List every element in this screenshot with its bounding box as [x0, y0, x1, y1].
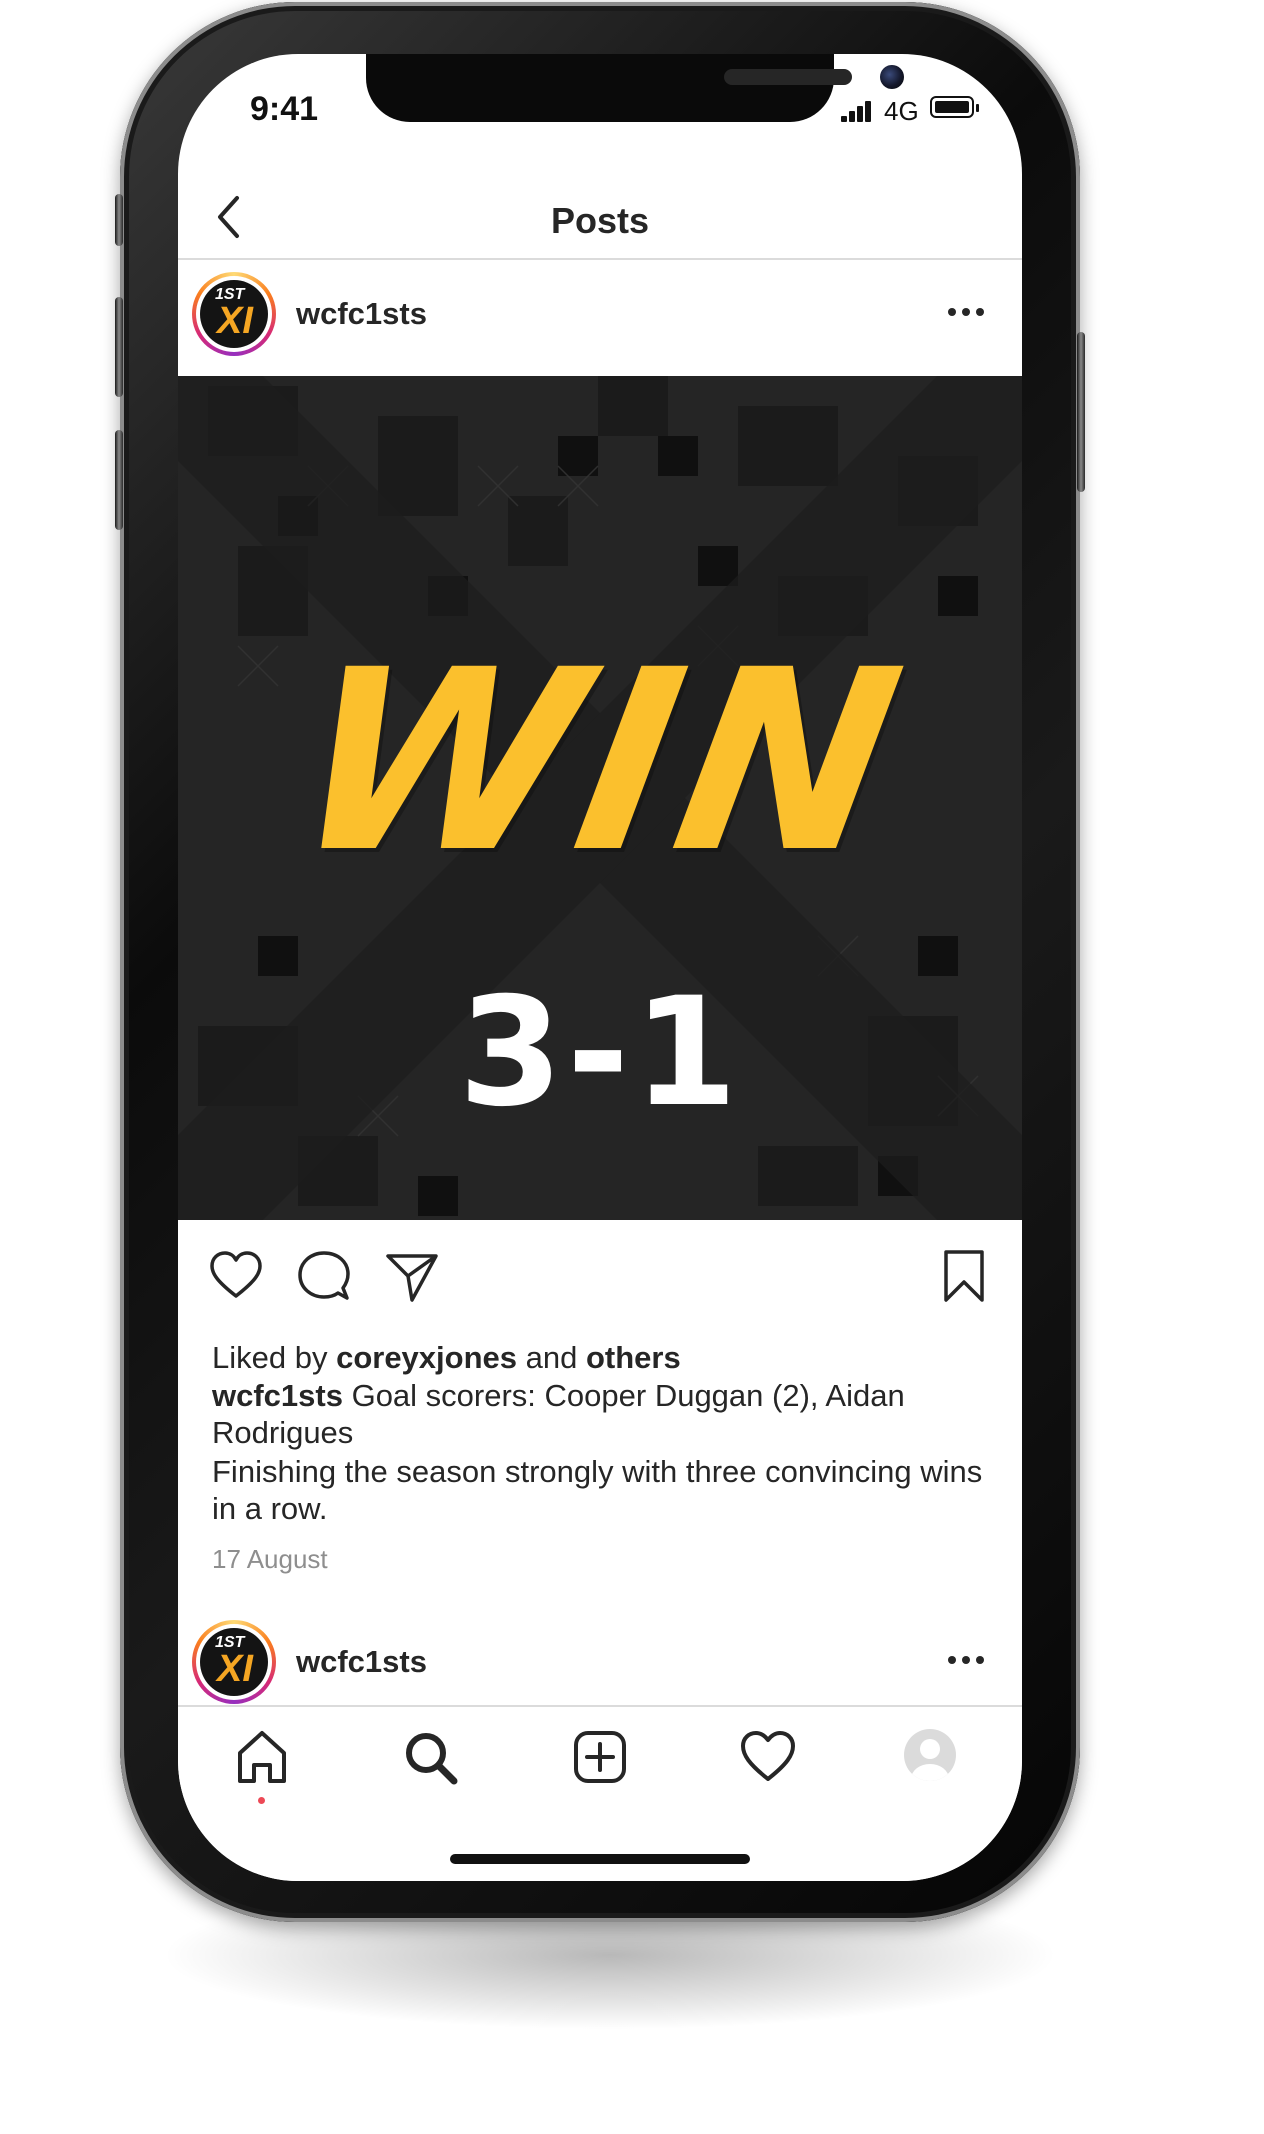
- tab-search[interactable]: [400, 1727, 460, 1787]
- front-camera: [880, 65, 904, 89]
- notification-dot: [258, 1797, 265, 1804]
- liked-by-user[interactable]: coreyxjones: [336, 1340, 517, 1375]
- tab-home[interactable]: [232, 1727, 292, 1787]
- avatar[interactable]: 1ST XI: [192, 272, 276, 356]
- bookmark-icon: [944, 1250, 984, 1302]
- post-actions: [178, 1220, 1022, 1330]
- status-time: 9:41: [250, 90, 319, 128]
- home-indicator[interactable]: [450, 1854, 750, 1864]
- page-title: Posts: [550, 200, 650, 241]
- search-icon: [406, 1733, 458, 1785]
- next-post-more-button[interactable]: [948, 1656, 988, 1666]
- tab-activity[interactable]: [738, 1727, 798, 1787]
- comment-button[interactable]: [296, 1248, 352, 1304]
- logo-main-2: XI: [217, 1648, 253, 1690]
- share-icon: [386, 1254, 438, 1302]
- power-button: [1077, 332, 1085, 492]
- network-type: 4G: [884, 96, 919, 126]
- volume-up-button: [115, 297, 123, 397]
- home-icon: [238, 1731, 286, 1783]
- like-button[interactable]: [208, 1248, 264, 1304]
- team-logo: 1ST XI: [200, 280, 268, 348]
- post-headline: WIN: [276, 616, 924, 907]
- logo-main: XI: [217, 300, 253, 342]
- battery-cap: [976, 104, 979, 112]
- profile-icon: [911, 1739, 949, 1781]
- post-username[interactable]: wcfc1sts: [296, 296, 427, 332]
- post-image[interactable]: WIN 3-1: [178, 376, 1022, 1220]
- liked-by-others[interactable]: others: [586, 1340, 681, 1375]
- activity-heart-icon: [741, 1731, 795, 1781]
- caption-text-2: Finishing the season strongly with three…: [212, 1454, 983, 1526]
- likes-middle: and: [517, 1340, 586, 1375]
- silent-switch: [115, 194, 123, 246]
- next-post-username[interactable]: wcfc1sts: [296, 1644, 427, 1680]
- caption-continued: Finishing the season strongly with three…: [212, 1453, 992, 1527]
- speaker-grille: [724, 69, 852, 85]
- match-score: 3-1: [458, 966, 742, 1140]
- nav-bar: Posts: [178, 174, 1022, 260]
- volume-down-button: [115, 430, 123, 530]
- caption: wcfc1sts Goal scorers: Cooper Duggan (2)…: [212, 1377, 992, 1451]
- likes-prefix: Liked by: [212, 1340, 337, 1375]
- post-header: 1ST XI wcfc1sts: [178, 260, 1022, 376]
- cellular-signal-icon: [841, 100, 871, 122]
- likes-line: Liked by coreyxjones and others: [212, 1339, 992, 1376]
- post-date: 17 August: [212, 1544, 328, 1574]
- team-logo-2: 1ST XI: [200, 1628, 268, 1696]
- phone-screen: 9:41 4G Posts 1ST XI wcfc1sts WIN 3-1 Li…: [178, 54, 1022, 1881]
- heart-icon: [210, 1251, 262, 1298]
- save-button[interactable]: [936, 1248, 992, 1304]
- tab-new-post[interactable]: [570, 1727, 630, 1787]
- comment-icon: [298, 1251, 350, 1300]
- tab-profile[interactable]: [904, 1729, 956, 1781]
- caption-username[interactable]: wcfc1sts: [212, 1378, 343, 1413]
- battery-icon: [930, 96, 974, 118]
- add-post-icon: [574, 1731, 626, 1783]
- notch: [366, 54, 904, 122]
- share-button[interactable]: [384, 1248, 440, 1304]
- more-options-button[interactable]: [948, 308, 988, 318]
- next-post-avatar[interactable]: 1ST XI: [192, 1620, 276, 1704]
